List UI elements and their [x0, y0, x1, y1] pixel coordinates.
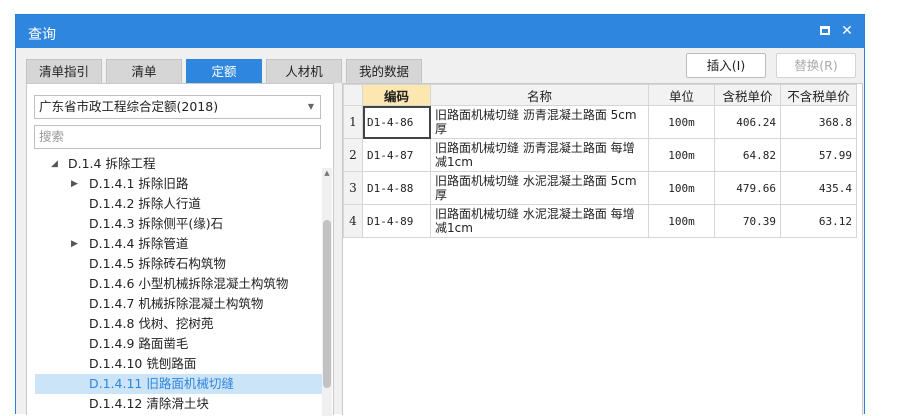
table-header-row: 编码 名称 单位 含税单价 不含税单价	[343, 84, 857, 106]
tab-bill-guide[interactable]: 清单指引	[26, 59, 102, 83]
tree-node-d-1-4-3[interactable]: D.1.4.3 拆除侧平(缘)石	[35, 214, 323, 234]
row-number: 2	[343, 138, 363, 172]
tree-node-d-1-4-1[interactable]: ▶ D.1.4.1 拆除旧路	[35, 174, 323, 194]
tab-labor-material-machine[interactable]: 人材机	[266, 59, 342, 83]
cell-code[interactable]: D1-4-87	[362, 138, 431, 172]
column-header-name[interactable]: 名称	[430, 84, 649, 106]
cell-name[interactable]: 旧路面机械切缝 沥青混凝土路面 5cm厚	[430, 105, 649, 139]
cell-code[interactable]: D1-4-88	[362, 171, 431, 205]
cell-unit[interactable]: 100m	[648, 171, 715, 205]
tree-expanded-icon[interactable]: ◢	[51, 154, 58, 174]
table-row[interactable]: 2 D1-4-87 旧路面机械切缝 沥青混凝土路面 每增减1cm 100m 64…	[343, 138, 857, 172]
tree-node-label: D.1.4.5 拆除砖石构筑物	[89, 256, 226, 271]
close-icon[interactable]: ✕	[838, 22, 856, 40]
library-select-value: 广东省市政工程综合定额(2018)	[39, 99, 219, 114]
tree-node-d-1-4-10[interactable]: D.1.4.10 铣刨路面	[35, 354, 323, 374]
cell-price-tax[interactable]: 406.24	[714, 105, 781, 139]
cell-name[interactable]: 旧路面机械切缝 水泥混凝土路面 每增减1cm	[430, 204, 649, 238]
row-number: 1	[343, 105, 363, 139]
library-select[interactable]: 广东省市政工程综合定额(2018) ▼	[34, 95, 321, 119]
table-row[interactable]: 1 D1-4-86 旧路面机械切缝 沥青混凝土路面 5cm厚 100m 406.…	[343, 105, 857, 139]
cell-price-notax[interactable]: 435.4	[780, 171, 857, 205]
tree-node-label: D.1.4.11 旧路面机械切缝	[89, 376, 234, 391]
tree-collapsed-icon[interactable]: ▶	[71, 174, 78, 194]
tree-node-d-1-4-12[interactable]: D.1.4.12 清除滑土块	[35, 394, 323, 414]
tree-node-d-1-4-11[interactable]: D.1.4.11 旧路面机械切缝	[35, 374, 323, 394]
scrollbar-thumb[interactable]	[323, 220, 331, 388]
cell-code[interactable]: D1-4-89	[362, 204, 431, 238]
cell-price-notax[interactable]: 368.8	[780, 105, 857, 139]
tree-node-label: D.1.4.4 拆除管道	[89, 236, 189, 251]
cell-price-tax[interactable]: 64.82	[714, 138, 781, 172]
row-number: 4	[343, 204, 363, 238]
tree-scrollbar[interactable]: ▲	[322, 168, 332, 416]
tree-node-d-1-4[interactable]: ◢ D.1.4 拆除工程	[35, 154, 323, 174]
tree-node-label: D.1.4.7 机械拆除混凝土构筑物	[89, 296, 264, 311]
replace-button[interactable]: 替换(R)	[776, 53, 856, 78]
cell-price-tax[interactable]: 70.39	[714, 204, 781, 238]
corner-cell	[343, 84, 363, 106]
row-number: 3	[343, 171, 363, 205]
tree-node-d-1-4-7[interactable]: D.1.4.7 机械拆除混凝土构筑物	[35, 294, 323, 314]
scroll-up-icon[interactable]: ▲	[322, 168, 332, 178]
chevron-down-icon: ▼	[307, 102, 314, 111]
column-header-code[interactable]: 编码	[362, 84, 431, 106]
cell-unit[interactable]: 100m	[648, 204, 715, 238]
tree-node-label: D.1.4.10 铣刨路面	[89, 356, 197, 371]
tab-my-data[interactable]: 我的数据	[346, 59, 422, 83]
tree-node-label: D.1.4.1 拆除旧路	[89, 176, 189, 191]
query-dialog: 查询 ✕ 清单指引 清单 定额 人材机 我的数据 插入(I) 替换(R) 广东省…	[15, 14, 865, 416]
library-panel: 广东省市政工程综合定额(2018) ▼ ◢ D.1.4 拆除工程 ▶ D.1.4…	[26, 83, 334, 416]
tab-quota[interactable]: 定额	[186, 59, 262, 83]
results-panel: 编码 名称 单位 含税单价 不含税单价 1 D1-4-86 旧路面机械切缝 沥青…	[342, 83, 863, 415]
column-header-unit[interactable]: 单位	[648, 84, 715, 106]
table-row[interactable]: 4 D1-4-89 旧路面机械切缝 水泥混凝土路面 每增减1cm 100m 70…	[343, 204, 857, 238]
cell-unit[interactable]: 100m	[648, 105, 715, 139]
cell-unit[interactable]: 100m	[648, 138, 715, 172]
table-row[interactable]: 3 D1-4-88 旧路面机械切缝 水泥混凝土路面 5cm厚 100m 479.…	[343, 171, 857, 205]
cell-code[interactable]: D1-4-86	[362, 105, 431, 139]
cell-price-notax[interactable]: 57.99	[780, 138, 857, 172]
tree-collapsed-icon[interactable]: ▶	[71, 234, 78, 254]
tree-node-label: D.1.4.8 伐树、挖树蔸	[89, 316, 214, 331]
cell-name[interactable]: 旧路面机械切缝 沥青混凝土路面 每增减1cm	[430, 138, 649, 172]
tree-node-label: D.1.4.2 拆除人行道	[89, 196, 201, 211]
tree-node-label: D.1.4.12 清除滑土块	[89, 396, 209, 411]
search-input[interactable]	[39, 126, 309, 147]
title-bar[interactable]: 查询 ✕	[16, 15, 864, 48]
tree-node-label: D.1.4.9 路面凿毛	[89, 336, 189, 351]
tree-node-d-1-4-6[interactable]: D.1.4.6 小型机械拆除混凝土构筑物	[35, 274, 323, 294]
tab-bill[interactable]: 清单	[106, 59, 182, 83]
tree-node-label: D.1.4.3 拆除侧平(缘)石	[89, 216, 224, 231]
cell-price-notax[interactable]: 63.12	[780, 204, 857, 238]
tree-node-label: D.1.4 拆除工程	[68, 156, 156, 171]
tree-node-d-1-4-4[interactable]: ▶ D.1.4.4 拆除管道	[35, 234, 323, 254]
cell-price-tax[interactable]: 479.66	[714, 171, 781, 205]
column-header-price-tax[interactable]: 含税单价	[714, 84, 781, 106]
dialog-title: 查询	[28, 27, 56, 43]
tree-node-d-1-4-5[interactable]: D.1.4.5 拆除砖石构筑物	[35, 254, 323, 274]
tree-node-label: D.1.4.6 小型机械拆除混凝土构筑物	[89, 276, 289, 291]
insert-button[interactable]: 插入(I)	[686, 53, 766, 78]
search-box[interactable]	[34, 125, 321, 149]
tree-node-d-1-4-9[interactable]: D.1.4.9 路面凿毛	[35, 334, 323, 354]
column-header-price-notax[interactable]: 不含税单价	[780, 84, 857, 106]
quota-results-table: 编码 名称 单位 含税单价 不含税单价 1 D1-4-86 旧路面机械切缝 沥青…	[343, 84, 857, 238]
tree-node-d-1-4-8[interactable]: D.1.4.8 伐树、挖树蔸	[35, 314, 323, 334]
quota-tree: ◢ D.1.4 拆除工程 ▶ D.1.4.1 拆除旧路 D.1.4.2 拆除人行…	[27, 154, 323, 416]
tree-node-d-1-4-2[interactable]: D.1.4.2 拆除人行道	[35, 194, 323, 214]
cell-name[interactable]: 旧路面机械切缝 水泥混凝土路面 5cm厚	[430, 171, 649, 205]
maximize-icon[interactable]	[816, 22, 834, 40]
